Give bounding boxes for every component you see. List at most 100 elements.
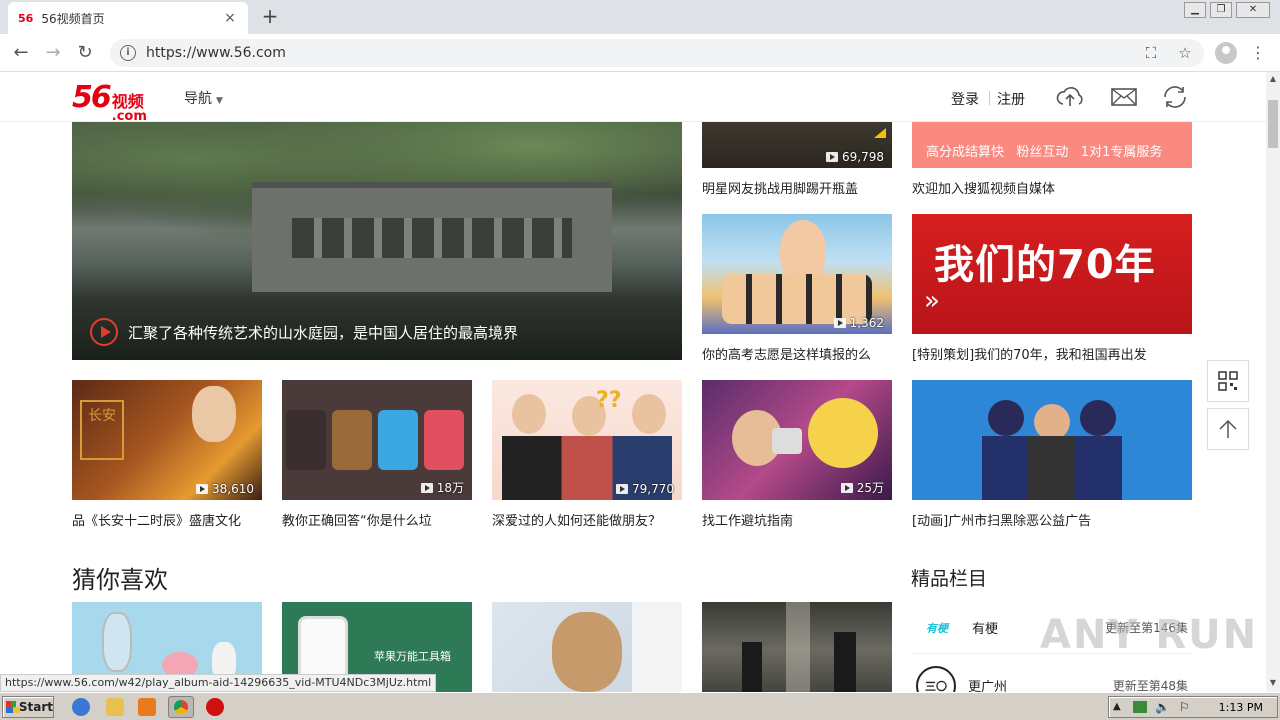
video-thumbnail[interactable]: ?? 79,770 [492, 380, 682, 500]
arrow-up-icon [1219, 419, 1237, 438]
ie-icon[interactable] [72, 698, 90, 716]
page-scrollbar[interactable]: ▲ ▼ [1266, 72, 1280, 692]
video-thumbnail[interactable]: 18万 [282, 380, 472, 500]
video-title[interactable]: [动画]广州市扫黑除恶公益广告 [912, 510, 1192, 529]
promo-card[interactable]: 高分成结算快 粉丝互动 1对1专属服务 欢迎加入搜狐视频自媒体 [912, 122, 1192, 197]
media-player-icon[interactable] [138, 698, 156, 716]
scroll-up-icon[interactable]: ▲ [1268, 74, 1278, 83]
video-title[interactable]: 品《长安十二时辰》盛唐文化 [72, 510, 262, 529]
view-count: 79,770 [616, 482, 674, 496]
video-thumbnail[interactable]: 25万 [702, 380, 892, 500]
site-nav-dropdown[interactable]: 导航 ▼ [184, 88, 223, 108]
program-logo: 三〇 [916, 665, 956, 692]
video-title[interactable]: 教你正确回答“你是什么垃 [282, 510, 472, 529]
section-title-featured: 精品栏目 [911, 568, 988, 590]
program-logo: 有梗 [926, 621, 948, 635]
qr-code-button[interactable] [1207, 360, 1249, 402]
video-thumbnail[interactable] [492, 602, 682, 692]
play-icon [833, 318, 846, 328]
browser-tab[interactable]: 56 56视频首页 × [8, 2, 248, 34]
volume-icon[interactable]: 🔈 [1155, 700, 1170, 714]
video-card[interactable]: 69,798 明星网友挑战用脚踢开瓶盖 [702, 122, 892, 197]
history-refresh-icon[interactable] [1161, 84, 1189, 110]
browser-menu-icon[interactable]: ⋮ [1250, 42, 1266, 64]
message-envelope-icon[interactable] [1110, 84, 1138, 110]
video-card[interactable]: 我们的70年 » [特别策划]我们的70年，我和祖国再出发 [912, 214, 1192, 363]
video-title[interactable]: [特别策划]我们的70年，我和祖国再出发 [912, 344, 1192, 363]
header-divider [989, 91, 990, 105]
video-title[interactable]: 深爱过的人如何还能做朋友？ [492, 510, 682, 529]
play-icon [616, 484, 628, 494]
section-title-guess: 猜你喜欢 [72, 566, 168, 594]
video-title[interactable]: 你的高考志愿是这样填报的么 [702, 344, 892, 363]
video-card[interactable] [492, 602, 682, 692]
folder-icon[interactable] [106, 698, 124, 716]
video-card[interactable] [702, 602, 892, 692]
video-thumbnail[interactable] [912, 380, 1192, 500]
watermark-text: ANY RUN [1040, 612, 1259, 658]
video-card[interactable]: [动画]广州市扫黑除恶公益广告 [912, 380, 1192, 529]
video-card[interactable]: 1,362 你的高考志愿是这样填报的么 [702, 214, 892, 363]
minimize-button[interactable]: ▁ [1184, 2, 1206, 18]
logo-number: 56 [72, 80, 112, 115]
bookmark-star-icon[interactable]: ☆ [1174, 39, 1196, 67]
view-count: 25万 [840, 479, 884, 496]
forward-arrow-icon[interactable]: → [42, 42, 64, 64]
close-window-button[interactable]: ✕ [1236, 2, 1270, 18]
tab-favicon-icon: 56 [18, 11, 34, 25]
promo-banner[interactable]: 高分成结算快 粉丝互动 1对1专属服务 [912, 122, 1192, 168]
back-to-top-button[interactable] [1207, 408, 1249, 450]
upload-cloud-icon[interactable] [1056, 84, 1084, 110]
windows-taskbar: Start ▲ 🔈 ⚐ 1:13 PM [0, 692, 1280, 720]
reload-icon[interactable]: ↻ [74, 42, 96, 64]
video-card[interactable]: 18万 教你正确回答“你是什么垃 [282, 380, 472, 529]
video-thumbnail[interactable]: 我们的70年 » [912, 214, 1192, 334]
main-content: 汇聚了各种传统艺术的山水庭园，是中国人居住的最高境界 69,798 明星网友挑战… [0, 122, 1266, 692]
chrome-taskbar-button[interactable] [168, 696, 194, 718]
restore-button[interactable]: ❐ [1210, 2, 1232, 18]
logo-com-text: .com [111, 109, 147, 124]
opera-icon[interactable] [206, 698, 224, 716]
video-title[interactable]: 明星网友挑战用脚踢开瓶盖 [702, 178, 892, 197]
network-icon[interactable] [1133, 701, 1147, 713]
play-circle-icon[interactable] [90, 318, 118, 346]
scrollbar-thumb[interactable] [1268, 100, 1278, 148]
promo-title[interactable]: 欢迎加入搜狐视频自媒体 [912, 178, 1192, 197]
video-thumbnail[interactable]: 1,362 [702, 214, 892, 334]
register-link[interactable]: 注册 [997, 89, 1025, 109]
url-text[interactable]: https://www.56.com [146, 45, 286, 61]
video-title[interactable]: 找工作避坑指南 [702, 510, 892, 529]
flag-icon[interactable]: ⚐ [1179, 700, 1190, 714]
video-thumbnail[interactable] [702, 602, 892, 692]
back-arrow-icon[interactable]: ← [10, 42, 32, 64]
address-bar[interactable]: i https://www.56.com ⛶ ☆ [110, 39, 1204, 67]
play-icon [840, 482, 853, 493]
program-item[interactable]: 三〇 更广州 更新至第48集 [912, 660, 1192, 692]
tab-close-icon[interactable]: × [222, 10, 238, 26]
video-card[interactable]: 长安 38,610 品《长安十二时辰》盛唐文化 [72, 380, 262, 529]
view-count: 69,798 [826, 150, 884, 164]
taskbar-clock: 1:13 PM [1218, 701, 1263, 714]
site-nav-label: 导航 [184, 91, 212, 107]
scroll-down-icon[interactable]: ▼ [1268, 678, 1278, 687]
start-button[interactable]: Start [2, 696, 54, 718]
tray-expand-icon[interactable]: ▲ [1113, 701, 1121, 712]
hero-caption[interactable]: 汇聚了各种传统艺术的山水庭园，是中国人居住的最高境界 [90, 318, 518, 346]
view-count: 38,610 [196, 482, 254, 496]
new-tab-button[interactable]: + [258, 6, 282, 28]
play-icon [826, 152, 838, 162]
translate-icon[interactable]: ⛶ [1140, 39, 1162, 67]
video-card[interactable]: 25万 找工作避坑指南 [702, 380, 892, 529]
program-name[interactable]: 更广州 [968, 676, 1113, 692]
profile-avatar-icon[interactable] [1215, 42, 1237, 64]
qr-code-icon [1218, 371, 1238, 391]
login-link[interactable]: 登录 [951, 89, 979, 109]
double-chevron-icon: » [924, 286, 940, 316]
hero-video[interactable]: 汇聚了各种传统艺术的山水庭园，是中国人居住的最高境界 [72, 122, 682, 360]
video-card[interactable]: ?? 79,770 深爱过的人如何还能做朋友？ [492, 380, 682, 529]
video-thumbnail[interactable]: 69,798 [702, 122, 892, 168]
site-info-icon[interactable]: i [120, 45, 136, 61]
video-thumbnail[interactable]: 长安 38,610 [72, 380, 262, 500]
hero-title[interactable]: 汇聚了各种传统艺术的山水庭园，是中国人居住的最高境界 [128, 322, 518, 343]
site-logo[interactable]: 56 视频 .com [72, 80, 147, 123]
